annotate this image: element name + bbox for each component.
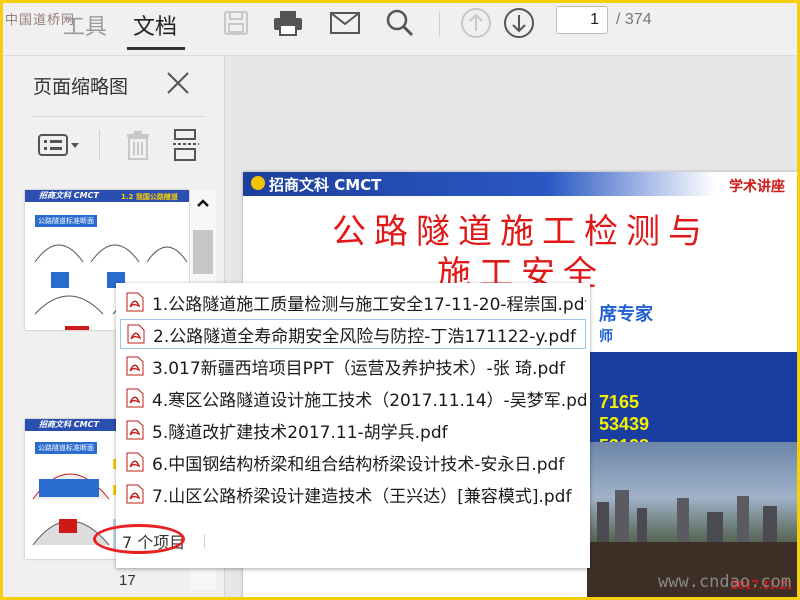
- pdf-file-icon: [126, 388, 144, 408]
- status-divider: [204, 534, 205, 548]
- save-icon[interactable]: [219, 7, 253, 39]
- pdf-file-icon: [126, 356, 144, 376]
- file-name: 3.017新疆西培项目PPT（运营及养护技术）-张 琦.pdf: [152, 358, 566, 379]
- file-name: 1.公路隧道施工质量检测与施工安全17-11-20-程崇国.pdf: [152, 294, 586, 315]
- file-name: 7.山区公路桥梁设计建造技术（王兴达）[兼容模式].pdf: [152, 486, 572, 507]
- file-item[interactable]: 3.017新疆西培项目PPT（运营及养护技术）-张 琦.pdf: [120, 351, 586, 381]
- file-item[interactable]: 6.中国钢结构桥梁和组合结构桥梁设计技术-安永日.pdf: [120, 447, 586, 477]
- file-item-selected[interactable]: 2.公路隧道全寿命期安全风险与防控-丁浩171122-y.pdf: [120, 319, 586, 349]
- panel-divider: [33, 116, 205, 117]
- next-page-icon[interactable]: [502, 7, 536, 39]
- scrollbar-thumb[interactable]: [193, 230, 213, 274]
- toolbar-divider: [439, 11, 440, 37]
- brand-logo-icon: [251, 176, 265, 190]
- print-icon[interactable]: [271, 7, 305, 39]
- file-name: 5.隧道改扩建技术2017.11-胡学兵.pdf: [152, 422, 448, 443]
- thumb-heading: 1.2 我国公路隧道: [121, 193, 178, 201]
- slide-lecture-label: 学术讲座: [729, 179, 785, 195]
- thumbnail-options-icon[interactable]: [37, 126, 83, 164]
- file-name: 4.寒区公路隧道设计施工技术（2017.11.14）-吴梦军.pdf: [152, 390, 586, 411]
- thumbnail-page-number: 17: [119, 572, 136, 589]
- slide-brand: 招商文科 CMCT: [269, 176, 382, 194]
- active-tab-indicator: [127, 47, 185, 50]
- delete-icon[interactable]: [121, 126, 155, 164]
- email-icon[interactable]: [328, 7, 362, 39]
- slide-phone-2: 53439: [599, 414, 650, 434]
- file-name: 2.公路隧道全寿命期安全风险与防控-丁浩171122-y.pdf: [153, 326, 576, 347]
- previous-page-icon[interactable]: [459, 7, 493, 39]
- slide-speaker-text-2: 师: [599, 329, 613, 345]
- panel-title: 页面缩略图: [33, 76, 129, 98]
- slide-header-bar: 招商文科 CMCT 学术讲座: [243, 172, 797, 196]
- tab-tools[interactable]: 工具: [63, 9, 107, 41]
- close-icon[interactable]: [163, 68, 193, 98]
- page-total: / 374: [616, 11, 652, 28]
- highlight-circle: [93, 524, 185, 554]
- crop-icon[interactable]: [171, 126, 201, 164]
- app-window: 中国道桥网 工具 文档 / 374 页面缩略图: [0, 0, 800, 600]
- tool-divider: [99, 130, 100, 160]
- file-name: 6.中国钢结构桥梁和组合结构桥梁设计技术-安永日.pdf: [152, 454, 565, 475]
- page-number-input[interactable]: [556, 6, 608, 34]
- pdf-file-icon: [126, 452, 144, 472]
- tab-document[interactable]: 文档: [133, 9, 177, 41]
- search-icon[interactable]: [383, 7, 417, 39]
- file-item[interactable]: 5.隧道改扩建技术2017.11-胡学兵.pdf: [120, 415, 586, 445]
- site-watermark: www.cndao.com: [658, 572, 792, 592]
- file-item[interactable]: 4.寒区公路隧道设计施工技术（2017.11.14）-吴梦军.pdf: [120, 383, 586, 413]
- file-item[interactable]: 7.山区公路桥梁设计建造技术（王兴达）[兼容模式].pdf: [120, 479, 586, 509]
- slide-phone-1: 7165: [599, 392, 640, 412]
- pdf-file-icon: [127, 324, 145, 344]
- pdf-file-icon: [126, 420, 144, 440]
- slide-speaker-text: 席专家: [599, 304, 653, 325]
- thumb-footer-label: [65, 318, 89, 330]
- scroll-up-icon[interactable]: [190, 190, 216, 216]
- file-list-popup: 1.公路隧道施工质量检测与施工安全17-11-20-程崇国.pdf 2.公路隧道…: [116, 283, 590, 568]
- pdf-file-icon: [126, 484, 144, 504]
- top-toolbar: 中国道桥网 工具 文档 / 374: [3, 3, 797, 56]
- file-item[interactable]: 1.公路隧道施工质量检测与施工安全17-11-20-程崇国.pdf: [120, 287, 586, 317]
- pdf-file-icon: [126, 292, 144, 312]
